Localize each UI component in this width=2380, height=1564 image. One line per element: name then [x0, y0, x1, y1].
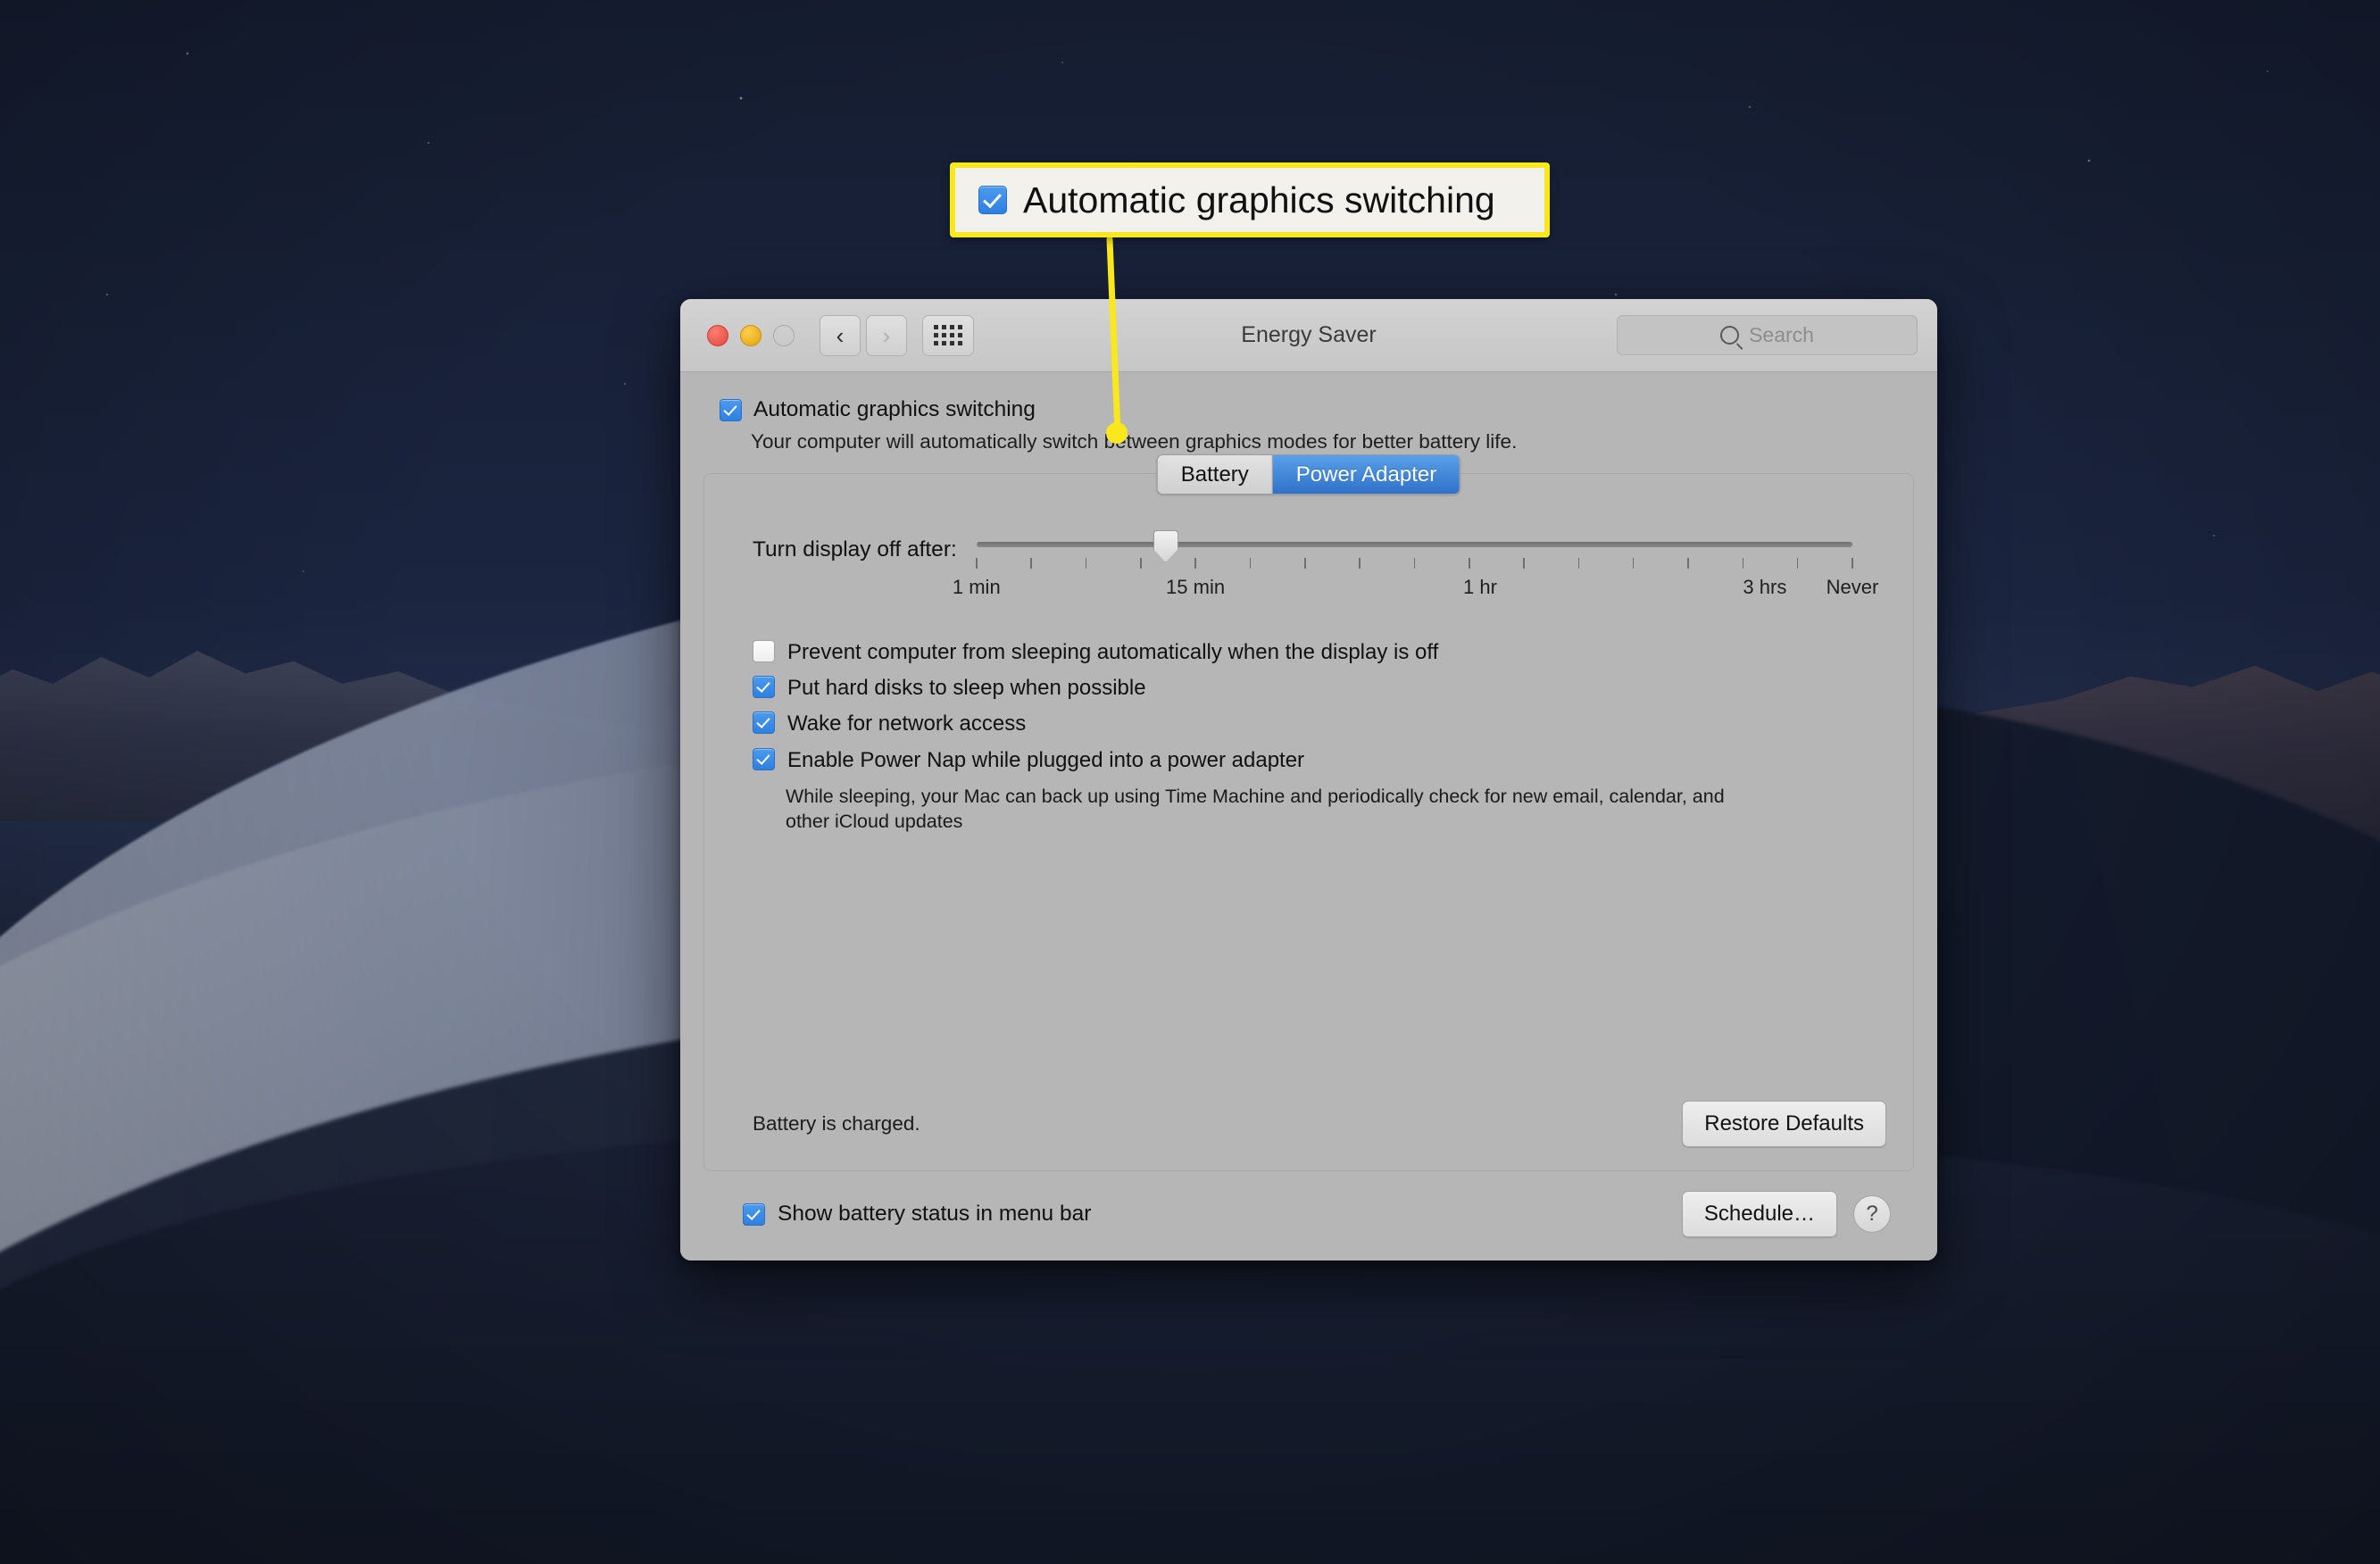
restore-defaults-button[interactable]: Restore Defaults — [1682, 1101, 1886, 1147]
slider-tick — [1742, 558, 1744, 569]
slider-tick — [1194, 558, 1196, 569]
chevron-right-icon: › — [882, 321, 891, 349]
slider-tick — [1249, 558, 1252, 569]
window-titlebar: ‹ › Energy Saver Search — [680, 299, 1937, 372]
grid-icon — [934, 325, 962, 345]
energy-saver-window: ‹ › Energy Saver Search Automatic graphi… — [680, 299, 1937, 1260]
question-mark-icon: ? — [1866, 1202, 1878, 1226]
callout-checkbox-icon — [978, 186, 1007, 214]
minimize-button[interactable] — [740, 324, 761, 346]
tab-power-adapter[interactable]: Power Adapter — [1271, 455, 1460, 494]
slider-tick — [975, 558, 978, 569]
callout-label: Automatic graphics switching — [1023, 179, 1495, 220]
tab-battery[interactable]: Battery — [1157, 455, 1272, 494]
graphics-switching-label: Automatic graphics switching — [753, 397, 1036, 421]
power-option-checkbox[interactable] — [753, 711, 775, 735]
slider-tick-label: 15 min — [1166, 576, 1226, 598]
slider-track[interactable] — [976, 530, 1852, 562]
footer-actions: Schedule… ? — [1681, 1191, 1891, 1237]
show-battery-status-label: Show battery status in menu bar — [778, 1202, 1092, 1226]
slider-tick — [1085, 558, 1087, 569]
slider-tick — [1687, 558, 1689, 569]
slider-tick — [1139, 558, 1142, 569]
close-button[interactable] — [707, 324, 728, 346]
power-option-label: Wake for network access — [787, 711, 1027, 736]
power-option-row[interactable]: Prevent computer from sleeping automatic… — [753, 640, 1890, 663]
power-option-description: While sleeping, your Mac can back up usi… — [786, 785, 1725, 833]
power-options-list: Prevent computer from sleeping automatic… — [728, 640, 1890, 835]
forward-button: › — [866, 314, 907, 356]
schedule-button[interactable]: Schedule… — [1681, 1191, 1837, 1237]
callout-box: Automatic graphics switching — [950, 162, 1550, 237]
navigation-buttons: ‹ › — [820, 314, 907, 356]
slider-tick — [1030, 558, 1032, 569]
window-footer: Show battery status in menu bar Schedule… — [703, 1171, 1914, 1260]
power-option-checkbox[interactable] — [753, 747, 775, 770]
panel-footer: Battery is charged. Restore Defaults — [728, 1101, 1890, 1170]
show-battery-status-checkbox[interactable] — [743, 1202, 765, 1226]
power-option-label: Put hard disks to sleep when possible — [787, 676, 1146, 701]
display-sleep-label: Turn display off after: — [753, 537, 957, 562]
search-icon — [1720, 326, 1740, 345]
slider-tick — [1577, 558, 1580, 569]
slider-ticks — [975, 558, 1853, 570]
display-sleep-slider[interactable]: 1 min 15 min 1 hr 3 hrs Never — [953, 526, 1890, 603]
search-placeholder: Search — [1749, 323, 1814, 346]
graphics-switching-row[interactable]: Automatic graphics switching — [720, 397, 1914, 422]
display-sleep-slider-row: Turn display off after: 1 min 15 min 1 hr 3… — [728, 526, 1890, 603]
window-body: Automatic graphics switching Your comput… — [680, 372, 1937, 1260]
slider-tick — [1468, 558, 1470, 569]
power-option-block: Wake for network access — [753, 711, 1890, 736]
slider-tick — [1413, 558, 1416, 569]
power-option-row[interactable]: Put hard disks to sleep when possible — [753, 676, 1890, 699]
back-button[interactable]: ‹ — [820, 314, 861, 356]
power-option-row[interactable]: Wake for network access — [753, 711, 1890, 736]
desktop-wallpaper: ‹ › Energy Saver Search Automatic graphi… — [0, 0, 2380, 1564]
tab-power-adapter-label: Power Adapter — [1295, 462, 1437, 487]
search-field[interactable]: Search — [1617, 315, 1918, 355]
slider-tick-label: 3 hrs — [1743, 576, 1787, 598]
power-option-checkbox[interactable] — [753, 676, 775, 699]
slider-tick — [1359, 558, 1361, 569]
power-option-block: Prevent computer from sleeping automatic… — [753, 640, 1890, 663]
power-option-label: Enable Power Nap while plugged into a po… — [787, 747, 1305, 772]
power-option-block: Enable Power Nap while plugged into a po… — [753, 747, 1890, 835]
restore-defaults-wrap: Restore Defaults — [1682, 1101, 1886, 1147]
slider-tick — [1632, 558, 1635, 569]
help-button[interactable]: ? — [1853, 1195, 1891, 1233]
slider-tick-label: Never — [1826, 576, 1879, 598]
traffic-lights — [707, 324, 795, 346]
power-source-tabs: Battery Power Adapter — [1156, 454, 1461, 495]
slider-tick — [1852, 558, 1853, 569]
power-option-block: Put hard disks to sleep when possible — [753, 676, 1890, 699]
slider-tick-label: 1 hr — [1463, 576, 1497, 598]
zoom-button — [773, 324, 795, 346]
slider-tick-label: 1 min — [952, 576, 1001, 598]
tab-battery-label: Battery — [1180, 462, 1249, 487]
slider-tick-labels: 1 min 15 min 1 hr 3 hrs Never — [953, 576, 1878, 603]
power-option-row[interactable]: Enable Power Nap while plugged into a po… — [753, 747, 1890, 772]
power-option-checkbox[interactable] — [753, 640, 775, 662]
show-all-button[interactable] — [922, 314, 974, 356]
graphics-switching-checkbox[interactable] — [720, 398, 742, 421]
power-settings-panel: Battery Power Adapter Turn display off a… — [703, 454, 1914, 1171]
power-option-label: Prevent computer from sleeping automatic… — [787, 640, 1439, 664]
slider-tick — [1523, 558, 1525, 569]
graphics-switching-description: Your computer will automatically switch … — [751, 430, 1518, 453]
chevron-left-icon: ‹ — [836, 321, 845, 349]
graphics-switching-section: Automatic graphics switching Your comput… — [703, 372, 1914, 453]
slider-tick — [1303, 558, 1306, 569]
battery-status-text: Battery is charged. — [753, 1112, 920, 1135]
slider-tick — [1796, 558, 1799, 569]
